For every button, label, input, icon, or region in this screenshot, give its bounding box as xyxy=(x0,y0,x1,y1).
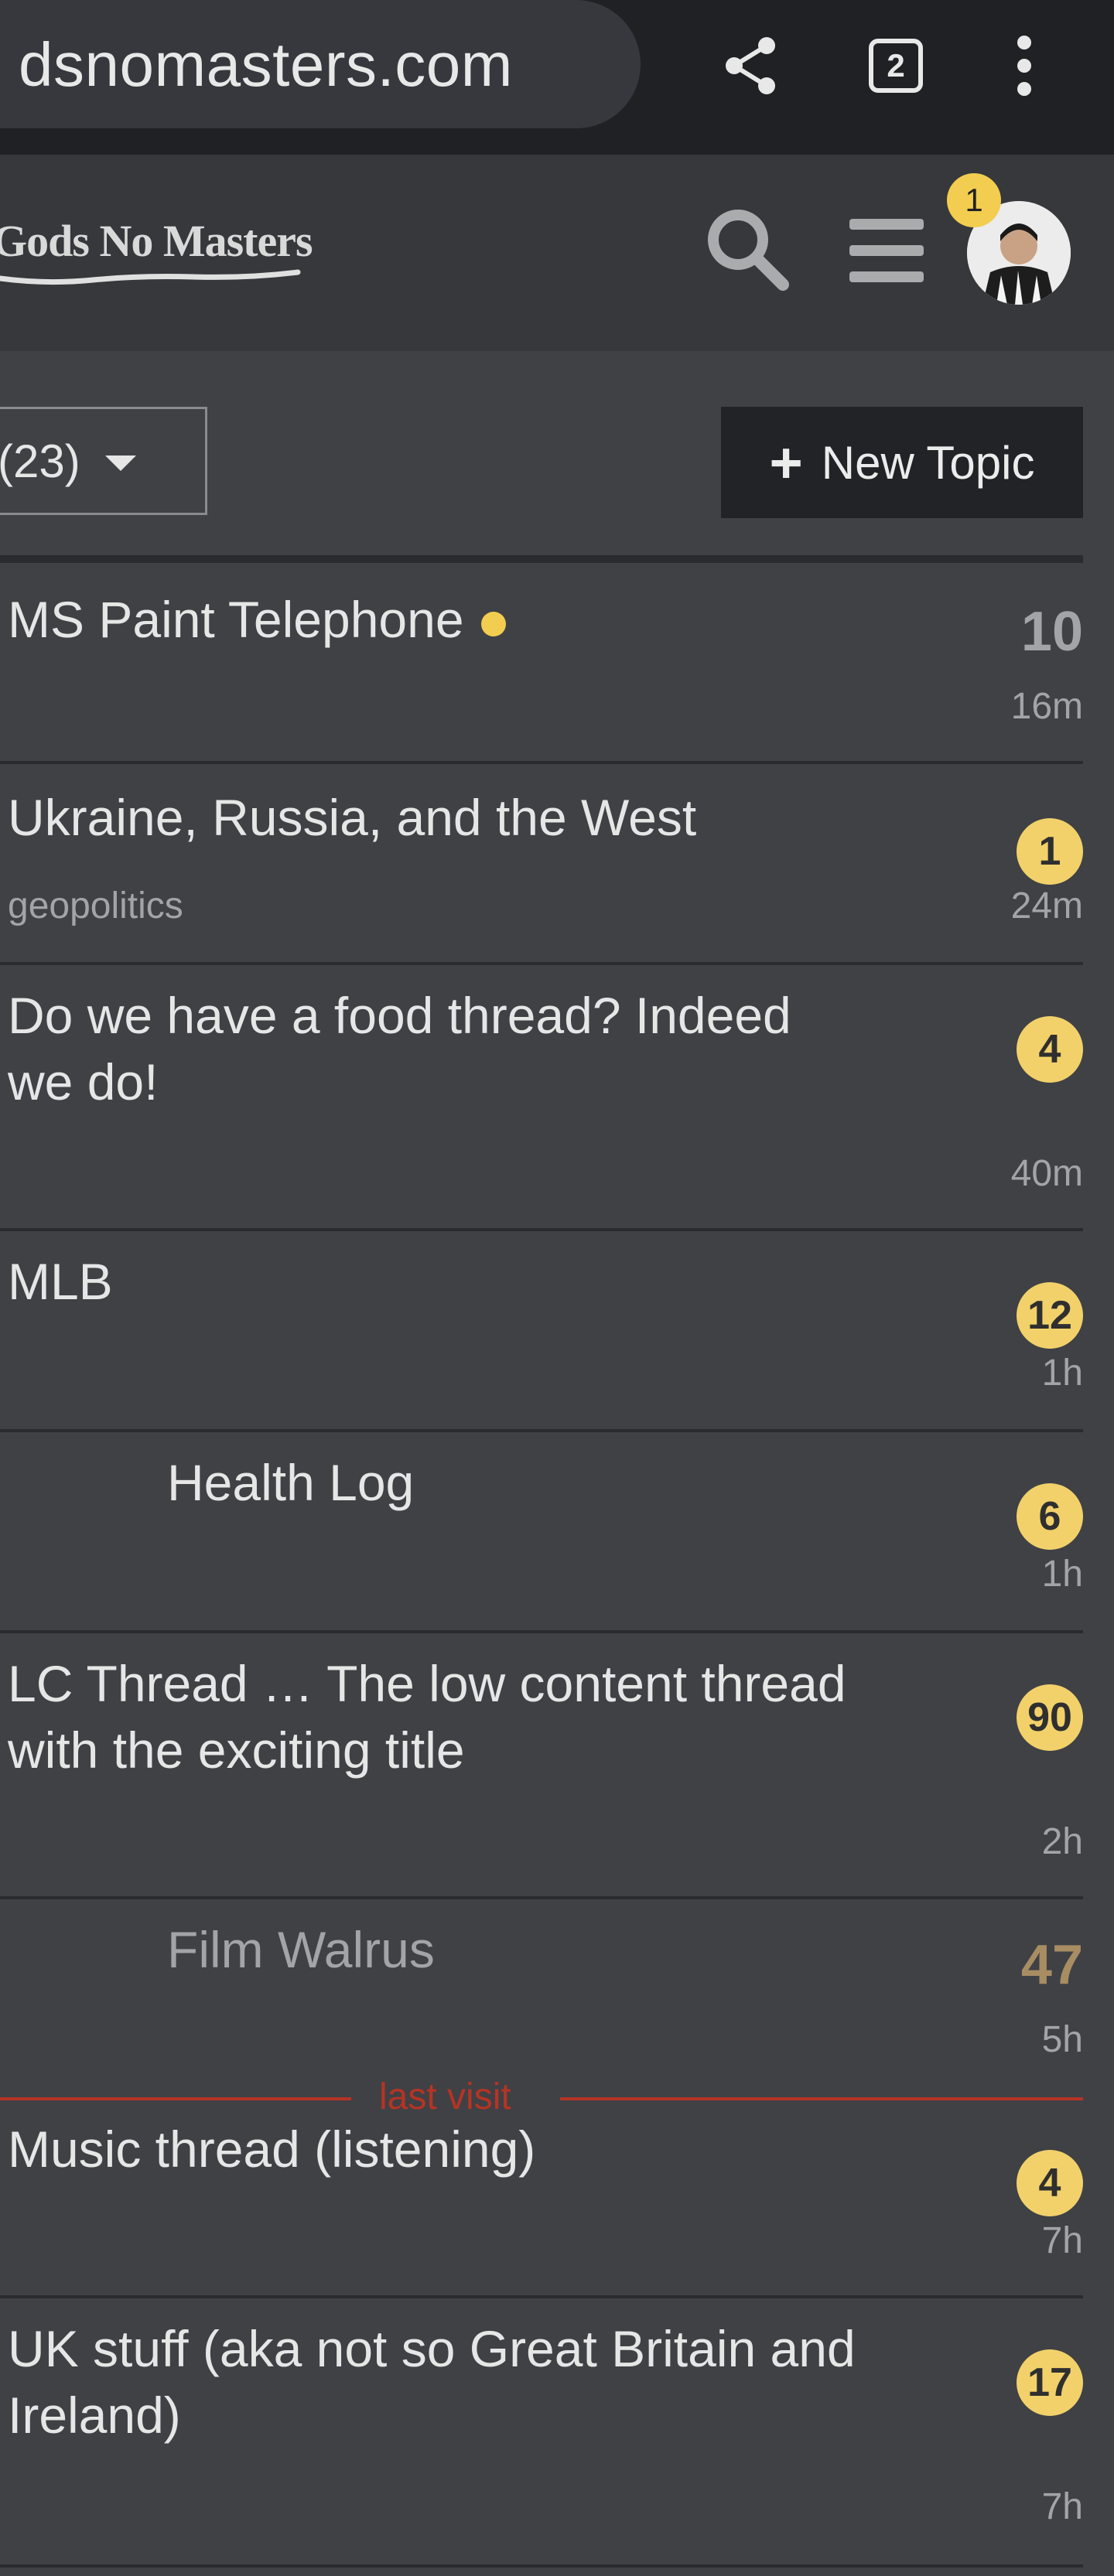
last-visit-divider: last visit xyxy=(0,2076,1083,2117)
topic-row[interactable]: Ukraine, Russia, and the West geopolitic… xyxy=(0,764,1083,965)
topic-age[interactable]: 16m xyxy=(1011,685,1083,728)
new-topic-button[interactable]: + New Topic xyxy=(721,407,1083,518)
new-topic-label: New Topic xyxy=(821,436,1035,489)
topic-age[interactable]: 1h xyxy=(1042,1352,1083,1394)
site-header: Gods No Masters 1 xyxy=(0,155,1114,351)
notification-badge[interactable]: 1 xyxy=(947,173,1001,227)
tabs-button[interactable]: 2 xyxy=(865,31,927,101)
url-text: dsnomasters.com xyxy=(19,30,513,99)
topic-row[interactable]: Do we have a food thread? Indeed we do! … xyxy=(0,965,1083,1231)
unread-count-badge[interactable]: 17 xyxy=(1017,2349,1083,2416)
reply-count: 10 xyxy=(1020,601,1083,663)
unread-count-badge[interactable]: 1 xyxy=(1017,818,1083,885)
topic-row[interactable]: UK stuff (aka not so Great Britain and I… xyxy=(0,2298,1083,2567)
search-icon xyxy=(708,210,789,291)
more-vert-icon xyxy=(1017,36,1031,96)
topic-row[interactable]: Health Log 6 1h xyxy=(0,1432,1083,1633)
reply-count: 47 xyxy=(1020,1934,1083,1996)
unread-count-badge[interactable]: 12 xyxy=(1017,1282,1083,1349)
topic-row[interactable]: LC Thread … The low content thread with … xyxy=(0,1633,1083,1899)
last-visit-line-left xyxy=(0,2097,351,2100)
unread-count-badge[interactable]: 6 xyxy=(1017,1483,1083,1550)
share-icon xyxy=(726,37,775,94)
topic-category[interactable]: geopolitics xyxy=(8,885,183,927)
browser-menu-button[interactable] xyxy=(993,31,1055,101)
topic-title[interactable]: MS Paint Telephone xyxy=(8,586,874,653)
topic-title[interactable]: Music thread (listening) xyxy=(8,2116,874,2182)
search-button[interactable] xyxy=(702,204,792,294)
tab-count: 2 xyxy=(869,39,923,93)
topic-age[interactable]: 7h xyxy=(1042,2486,1083,2528)
topic-list-divider xyxy=(0,555,1083,563)
hamburger-menu-icon xyxy=(849,219,924,282)
address-bar[interactable]: dsnomasters.com xyxy=(0,0,641,128)
topic-age[interactable]: 24m xyxy=(1011,885,1083,927)
topic-row[interactable]: MLB 12 1h xyxy=(0,1231,1083,1432)
plus-icon: + xyxy=(769,430,803,495)
filter-dropdown[interactable]: (23) xyxy=(0,407,207,515)
topic-row[interactable]: Film Walrus 47 5h xyxy=(0,1899,1083,2077)
topic-title[interactable]: Health Log xyxy=(167,1449,1034,1516)
topic-age[interactable]: 1h xyxy=(1042,1553,1083,1595)
unread-count-badge[interactable]: 4 xyxy=(1017,2150,1083,2216)
topic-title[interactable]: MLB xyxy=(8,1248,874,1315)
topic-title[interactable]: LC Thread … The low content thread with … xyxy=(8,1650,859,1783)
browser-toolbar: dsnomasters.com 2 xyxy=(0,0,1114,155)
hamburger-menu-button[interactable] xyxy=(848,212,925,289)
filter-label: (23) xyxy=(0,435,80,487)
unread-count-badge[interactable]: 90 xyxy=(1017,1684,1083,1751)
unread-dot xyxy=(480,611,506,636)
caret-down-icon xyxy=(104,455,136,471)
last-visit-line-right xyxy=(560,2097,1083,2100)
site-logo[interactable]: Gods No Masters xyxy=(0,215,313,267)
topic-row[interactable]: Music thread (listening) 4 7h xyxy=(0,2116,1083,2298)
share-button[interactable] xyxy=(719,31,781,101)
logo-underline xyxy=(0,269,301,285)
topic-age[interactable]: 5h xyxy=(1042,2018,1083,2061)
topic-title[interactable]: Ukraine, Russia, and the West xyxy=(8,784,874,851)
topic-title[interactable]: Do we have a food thread? Indeed we do! xyxy=(8,982,859,1115)
topic-age[interactable]: 2h xyxy=(1042,1820,1083,1863)
topic-title[interactable]: UK stuff (aka not so Great Britain and I… xyxy=(8,2315,859,2448)
topic-row[interactable]: MS Paint Telephone 10 16m xyxy=(0,563,1083,764)
last-visit-label: last visit xyxy=(379,2076,511,2117)
unread-count-badge[interactable]: 4 xyxy=(1017,1016,1083,1083)
topic-age[interactable]: 40m xyxy=(1011,1152,1083,1195)
topic-age[interactable]: 7h xyxy=(1042,2219,1083,2262)
logo-text: Gods No Masters xyxy=(0,216,313,266)
topic-title[interactable]: Film Walrus xyxy=(167,1916,1034,1983)
